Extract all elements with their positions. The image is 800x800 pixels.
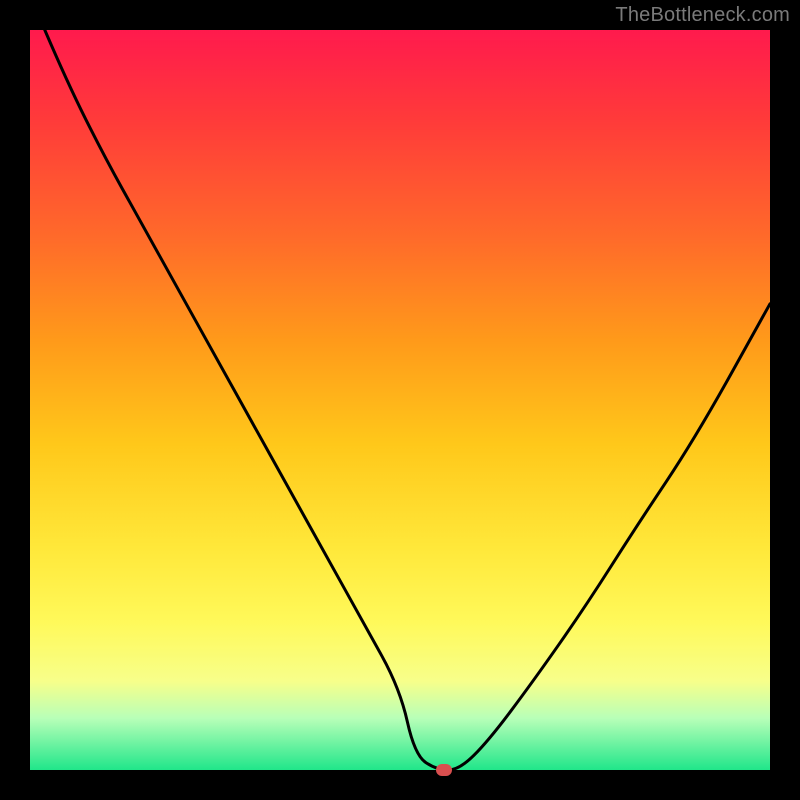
chart-frame: TheBottleneck.com — [0, 0, 800, 800]
optimum-marker — [436, 764, 452, 776]
bottleneck-curve — [30, 30, 770, 770]
plot-area — [30, 30, 770, 770]
watermark-text: TheBottleneck.com — [615, 4, 790, 27]
